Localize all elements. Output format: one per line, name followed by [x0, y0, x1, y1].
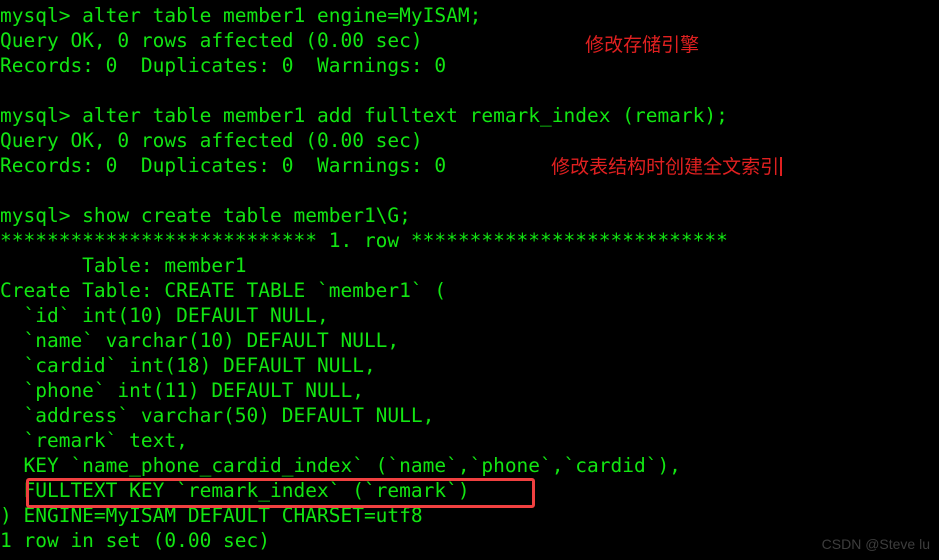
terminal-line: mysql> alter table member1 engine=MyISAM…: [0, 4, 482, 27]
terminal-line: Records: 0 Duplicates: 0 Warnings: 0: [0, 54, 447, 77]
text-caret-icon: [780, 157, 783, 176]
terminal-line: mysql> alter table member1 add fulltext …: [0, 104, 728, 127]
annotation-create-fulltext-index: 修改表结构时创建全文索引: [527, 134, 783, 200]
terminal-line: Create Table: CREATE TABLE `member1` (: [0, 279, 447, 302]
terminal-line: Query OK, 0 rows affected (0.00 sec): [0, 129, 423, 152]
terminal-line: *************************** 1. row *****…: [0, 229, 728, 252]
terminal-line: FULLTEXT KEY `remark_index` (`remark`): [0, 479, 470, 502]
terminal-line: KEY `name_phone_cardid_index` (`name`,`p…: [0, 454, 681, 477]
annotation-fulltext-text: 修改表结构时创建全文索引: [551, 156, 780, 178]
terminal-line: `address` varchar(50) DEFAULT NULL,: [0, 404, 435, 427]
terminal-window: mysql> alter table member1 engine=MyISAM…: [0, 0, 939, 560]
terminal-line: Records: 0 Duplicates: 0 Warnings: 0: [0, 154, 447, 177]
terminal-line: mysql> show create table member1\G;: [0, 204, 411, 227]
terminal-line: Table: member1: [0, 254, 247, 277]
terminal-line: `remark` text,: [0, 429, 188, 452]
terminal-line: 1 row in set (0.00 sec): [0, 529, 271, 552]
csdn-watermark: CSDN @Steve lu: [821, 536, 930, 552]
terminal-line: `cardid` int(18) DEFAULT NULL,: [0, 354, 376, 377]
terminal-line: `phone` int(11) DEFAULT NULL,: [0, 379, 364, 402]
terminal-line: `name` varchar(10) DEFAULT NULL,: [0, 329, 400, 352]
terminal-line: `id` int(10) DEFAULT NULL,: [0, 304, 329, 327]
annotation-modify-storage-engine: 修改存储引擎: [561, 12, 699, 78]
terminal-line: Query OK, 0 rows affected (0.00 sec): [0, 29, 423, 52]
terminal-line: ) ENGINE=MyISAM DEFAULT CHARSET=utf8: [0, 504, 423, 527]
annotation-engine-text: 修改存储引擎: [585, 34, 700, 56]
terminal-output: mysql> alter table member1 engine=MyISAM…: [0, 0, 939, 553]
